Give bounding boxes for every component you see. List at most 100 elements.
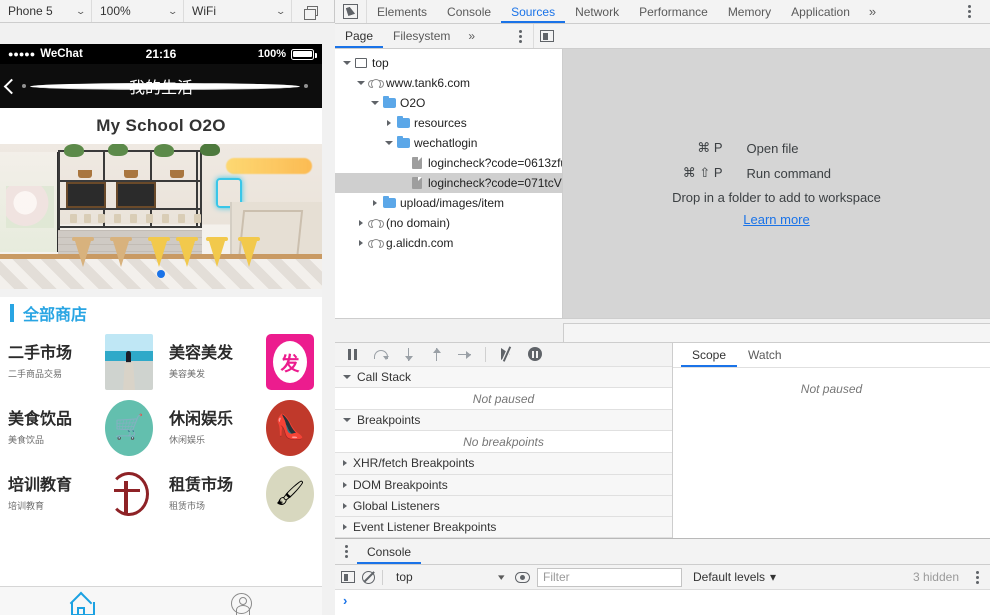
navigator-tab-page[interactable]: Page	[335, 24, 383, 48]
page-title-bar: My School O2O	[0, 108, 322, 144]
tree-row[interactable]: (no domain)	[335, 213, 562, 233]
category-cell[interactable]: 租赁市场 租赁市场 🖌	[161, 461, 322, 527]
carousel-dots[interactable]	[0, 270, 322, 278]
scope-watch-column: Scope Watch Not paused	[673, 343, 990, 538]
tab-console[interactable]: Console	[437, 0, 501, 23]
tab-sources[interactable]: Sources	[501, 0, 565, 23]
carousel-dot-active[interactable]	[157, 270, 165, 278]
disclosure-triangle-icon[interactable]	[383, 120, 395, 126]
resume-script-icon[interactable]	[373, 347, 389, 362]
pause-script-icon[interactable]	[345, 347, 360, 362]
banner-stool	[110, 237, 132, 267]
step-into-icon[interactable]	[429, 347, 444, 362]
console-sidebar-icon[interactable]	[341, 571, 355, 583]
section-xhr-breakpoints[interactable]: XHR/fetch Breakpoints	[335, 453, 672, 475]
disclosure-triangle-icon[interactable]	[369, 101, 381, 105]
paint-roller-sage-icon: 🖌	[266, 466, 314, 522]
console-prompt-row[interactable]: ›	[335, 590, 990, 615]
status-right-group: 100%	[257, 48, 317, 60]
drawer-tab-console[interactable]: Console	[357, 539, 421, 564]
tab-network-label: Network	[575, 4, 620, 19]
device-select[interactable]: Phone 5 ⌄	[0, 0, 92, 22]
zoom-select[interactable]: 100% ⌄	[92, 0, 184, 22]
folder-icon	[395, 115, 411, 128]
tree-label: top	[372, 56, 389, 70]
app-root: Phone 5 ⌄ 100% ⌄ WiFi ⌄ ●●●●● WeChat 21:…	[0, 0, 990, 615]
step-over-icon[interactable]	[401, 347, 416, 362]
tab-memory[interactable]: Memory	[718, 0, 781, 23]
battery-percent: 100%	[257, 48, 286, 60]
pause-on-exceptions-icon[interactable]	[527, 347, 542, 362]
tree-row[interactable]: resources	[335, 113, 562, 133]
tab-me[interactable]: 我	[161, 587, 322, 615]
section-call-stack[interactable]: Call Stack	[335, 366, 672, 389]
toggle-navigator-button[interactable]	[533, 24, 559, 48]
category-cell[interactable]: 美食饮品 美食饮品 🛒	[0, 395, 161, 461]
scope-empty: Not paused	[673, 368, 990, 538]
file-icon	[409, 177, 425, 189]
disclosure-triangle-icon[interactable]	[383, 141, 395, 145]
disclosure-triangle-icon[interactable]	[369, 200, 381, 206]
editor-empty-inner: ⌘ P Open file ⌘ ⇧ P Run command Drop in …	[637, 140, 917, 227]
navigator-kebab-icon[interactable]	[507, 24, 533, 48]
tab-scope[interactable]: Scope	[681, 343, 737, 367]
tab-application[interactable]: Application	[781, 0, 860, 23]
folder-icon	[395, 135, 411, 148]
disclosure-triangle-icon	[343, 418, 351, 423]
tree-row-selected[interactable]: logincheck?code=071tcV0	[335, 173, 562, 193]
rotate-device-button[interactable]	[292, 0, 332, 22]
step-out-icon[interactable]	[457, 347, 472, 362]
category-row: 培训教育 培训教育 租赁市场 租赁市场 🖌	[0, 461, 322, 527]
console-settings-icon[interactable]	[970, 570, 984, 584]
category-cell[interactable]: 休闲娱乐 休闲娱乐 👠	[161, 395, 322, 461]
hero-banner[interactable]	[0, 144, 322, 289]
tree-row[interactable]: www.tank6.com	[335, 73, 562, 93]
section-breakpoints[interactable]: Breakpoints	[335, 410, 672, 432]
network-select[interactable]: WiFi ⌄	[184, 0, 292, 22]
disclosure-triangle-icon[interactable]	[355, 81, 367, 85]
network-select-value: WiFi	[192, 4, 216, 18]
navigator-tab-filesystem[interactable]: Filesystem	[383, 24, 460, 48]
section-dom-breakpoints[interactable]: DOM Breakpoints	[335, 474, 672, 496]
inspect-element-button[interactable]	[335, 0, 367, 23]
tab-home[interactable]: 首页	[0, 587, 161, 615]
file-icon	[409, 157, 425, 169]
tree-row[interactable]: logincheck?code=0613zfu	[335, 153, 562, 173]
disclosure-triangle-icon[interactable]	[341, 61, 353, 65]
console-context-select[interactable]: top ▾	[390, 568, 508, 586]
disclosure-triangle-icon[interactable]	[355, 220, 367, 226]
category-cell[interactable]: 美容美发 美容美发 发	[161, 329, 322, 395]
navigator-more-icon[interactable]: »	[460, 24, 483, 48]
learn-more-link[interactable]: Learn more	[743, 212, 809, 227]
tree-row[interactable]: g.alicdn.com	[335, 233, 562, 253]
console-filter-input[interactable]: Filter	[537, 567, 682, 587]
tab-watch[interactable]: Watch	[737, 343, 793, 367]
more-tabs-icon[interactable]: »	[860, 0, 885, 23]
banner-stool	[238, 237, 260, 267]
section-header: 全部商店	[0, 297, 322, 329]
category-sub: 培训教育	[8, 501, 45, 511]
category-cell[interactable]: 培训教育 培训教育	[0, 461, 161, 527]
console-levels-value: Default levels	[693, 570, 766, 584]
disclosure-triangle-icon[interactable]	[355, 240, 367, 246]
main-menu-icon[interactable]	[956, 5, 982, 18]
clear-console-icon[interactable]	[362, 570, 375, 584]
section-event-listener-breakpoints[interactable]: Event Listener Breakpoints	[335, 516, 672, 538]
section-global-listeners[interactable]: Global Listeners	[335, 495, 672, 517]
tab-elements[interactable]: Elements	[367, 0, 437, 23]
live-expression-icon[interactable]	[515, 571, 530, 583]
tab-watch-label: Watch	[748, 348, 782, 362]
tree-row[interactable]: O2O	[335, 93, 562, 113]
category-cell[interactable]: 二手市场 二手商品交易	[0, 329, 161, 395]
deactivate-breakpoints-icon[interactable]	[499, 347, 514, 361]
tree-row[interactable]: top	[335, 53, 562, 73]
banner-window	[0, 152, 60, 252]
tree-row[interactable]: upload/images/item	[335, 193, 562, 213]
category-sub: 二手商品交易	[8, 369, 63, 379]
tab-performance[interactable]: Performance	[629, 0, 718, 23]
tree-row[interactable]: wechatlogin	[335, 133, 562, 153]
tab-network[interactable]: Network	[565, 0, 629, 23]
drawer-kebab-icon[interactable]	[335, 539, 357, 564]
scope-watch-tabs: Scope Watch	[673, 343, 990, 368]
console-levels-select[interactable]: Default levels ▾	[693, 570, 776, 584]
